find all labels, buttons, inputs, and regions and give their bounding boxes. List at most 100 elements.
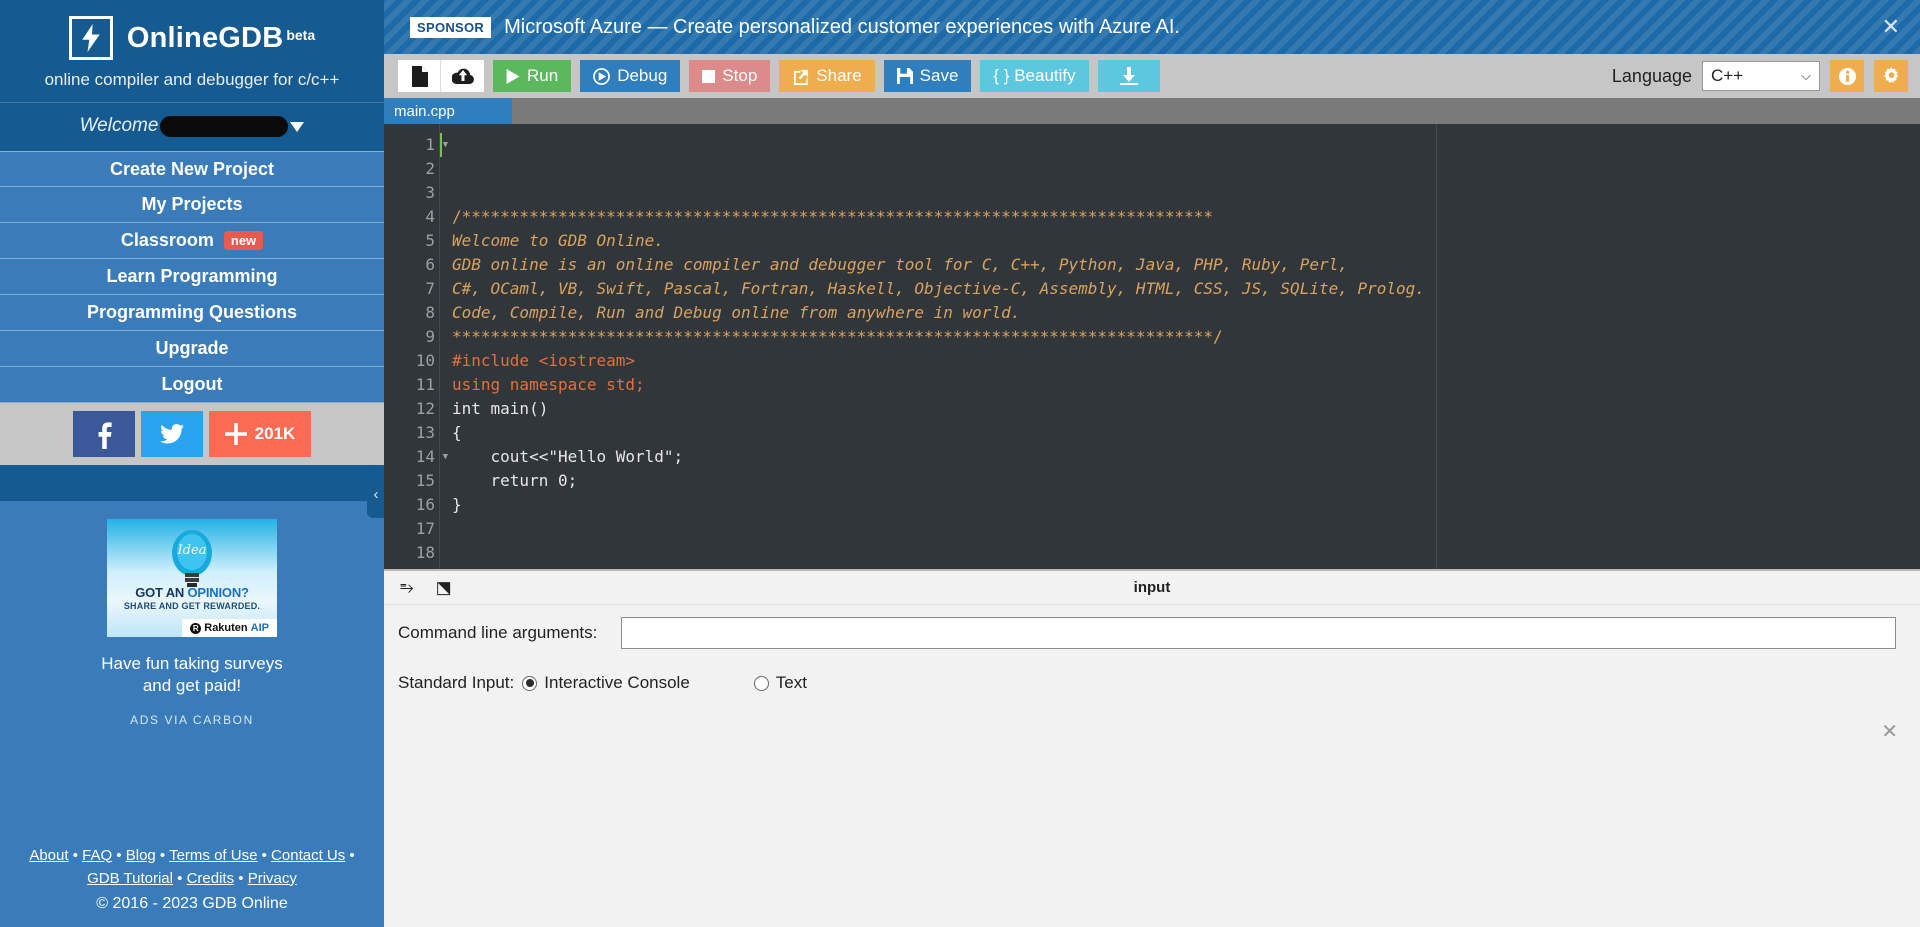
close-icon[interactable]: ✕ [1881,719,1898,744]
sponsor-banner[interactable]: SPONSOR Microsoft Azure — Create persona… [384,0,1920,54]
ad-headline-a: GOT AN [135,585,188,601]
footer-sep: • [155,846,170,864]
footer-link-privacy[interactable]: Privacy [248,870,297,887]
ad-image[interactable]: Idea GOT AN OPINION? SHARE AND GET REWAR… [107,519,277,638]
language-select[interactable]: C++ ⌵ [1702,61,1820,91]
sidebar-spacer [0,465,384,502]
debug-icon [593,67,611,85]
standard-input-row: Standard Input: Interactive Console Text [384,649,1920,693]
code-line: cout<<"Hello World"; [452,447,684,466]
footer-link-credits[interactable]: Credits [187,870,235,887]
run-button[interactable]: Run [493,60,572,92]
classroom-new-badge: new [223,231,264,251]
footer-sep: • [345,846,355,864]
footer-sep: • [257,846,272,864]
footer-sep: • [172,869,187,887]
lightbulb-icon: Idea [172,530,212,588]
footer-sep: • [234,869,248,887]
ad-caption[interactable]: Have fun taking surveys and get paid! [0,653,384,697]
code-line: /***************************************… [452,207,1213,226]
io-panel: ⥱ ⬔ input Command line arguments: Standa… [384,569,1920,927]
code-line: return 0; [452,471,578,490]
radio-interactive-console[interactable]: Interactive Console [522,673,690,693]
sidebar-item-my-projects[interactable]: My Projects [0,187,384,224]
line-number: 15 [415,471,435,490]
sidebar-collapse-button[interactable]: ‹ [367,470,385,518]
sidebar-item-logout[interactable]: Logout [0,367,384,404]
footer-link-blog[interactable]: Blog [126,847,156,864]
radio-button-selected[interactable] [522,675,538,691]
close-icon[interactable]: ✕ [1882,16,1900,38]
line-number: 18 [415,543,435,562]
ad-brand-suffix: AIP [250,622,269,635]
sponsor-text: Microsoft Azure — Create personalized cu… [504,15,1180,38]
ad-block: Idea GOT AN OPINION? SHARE AND GET REWAR… [0,501,384,838]
stop-label: Stop [722,66,758,85]
facebook-share-button[interactable] [73,411,135,458]
command-line-row: Command line arguments: [384,605,1920,649]
twitter-icon [160,424,184,444]
footer-sep: • [112,846,126,864]
info-icon [1838,67,1856,85]
command-line-input[interactable] [621,617,1896,649]
code-line: { [452,423,462,442]
radio-button-unselected[interactable] [753,675,769,691]
debug-label: Debug [617,66,668,85]
footer-link-contact-us[interactable]: Contact Us [271,847,345,864]
settings-button[interactable] [1874,60,1908,92]
stop-button[interactable]: Stop [689,60,771,92]
code-content[interactable]: /***************************************… [439,124,1920,569]
footer-link-gdb-tutorial[interactable]: GDB Tutorial [87,870,173,887]
sidebar-item-learn-programming[interactable]: Learn Programming [0,259,384,296]
expand-icon[interactable]: ⬔ [436,578,452,598]
footer-link-terms-of-use[interactable]: Terms of Use [169,847,257,864]
sidebar: OnlineGDB beta online compiler and debugg… [0,0,385,927]
svg-text:Idea: Idea [177,543,207,558]
debug-button[interactable]: Debug [580,60,681,92]
info-button[interactable] [1830,60,1864,92]
code-line: #include <iostream> [452,351,636,370]
welcome-label: Welcome [79,115,159,136]
download-button[interactable] [1097,60,1160,92]
code-line: int main() [452,399,549,418]
brand-block: OnlineGDB beta online compiler and debugg… [0,0,384,102]
save-button[interactable]: Save [883,60,972,92]
ads-via-carbon-label[interactable]: ADS VIA CARBON [0,713,384,727]
line-number: 7 [425,279,435,298]
line-number: 4 [425,207,435,226]
twitter-share-button[interactable] [141,411,203,458]
upload-icon[interactable] [441,60,484,92]
sidebar-item-programming-questions[interactable]: Programming Questions [0,295,384,332]
footer-link-about[interactable]: About [29,847,68,864]
language-label: Language [1611,65,1692,86]
beautify-button[interactable]: { } Beautify [980,60,1089,92]
ad-headline: GOT AN OPINION? [107,585,277,600]
share-icon [794,69,809,85]
footer-link-faq[interactable]: FAQ [82,847,112,864]
sidebar-item-upgrade[interactable]: Upgrade [0,331,384,368]
share-button[interactable]: Share [779,60,875,92]
ad-subline: SHARE AND GET REWARDED. [123,601,261,612]
sidebar-item-classroom[interactable]: Classroom new [0,223,384,260]
new-file-icon[interactable] [398,60,441,92]
ad-brand-name: Rakuten [204,622,248,635]
sidebar-item-create-new-project[interactable]: Create New Project [0,151,384,188]
play-icon [506,68,520,84]
chevron-down-icon[interactable]: ⥱ [400,578,414,598]
code-line: Welcome to GDB Online. [452,231,664,250]
sidebar-item-label: Logout [161,374,223,395]
footer-links-row1: About • FAQ • Blog • Terms of Use • Cont… [0,844,384,867]
brand-beta-label: beta [286,27,316,44]
sidebar-item-label: Classroom [120,230,214,251]
radio-text[interactable]: Text [753,673,807,693]
file-tab-main-cpp[interactable]: main.cpp [384,98,512,124]
brand-row[interactable]: OnlineGDB beta [0,16,384,60]
social-share-row: 201K [0,403,384,466]
chevron-down-icon[interactable] [290,121,305,132]
welcome-block[interactable]: Welcome [0,102,384,152]
toolbar-file-icons [398,60,484,92]
code-editor[interactable]: 1 ▼ 2 3 4 5 6 7 8 9 10 11 12 13 14 ▼ 15 16… [384,124,1920,569]
share-label: Share [816,66,862,85]
sidebar-item-label: My Projects [141,194,243,215]
share-count-button[interactable]: 201K [209,411,311,458]
